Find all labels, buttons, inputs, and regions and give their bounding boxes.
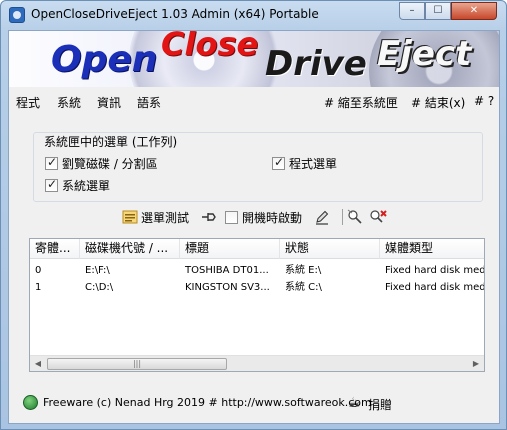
app-window: OpenCloseDriveEject 1.03 Admin (x64) Por…: [0, 0, 507, 430]
toolbar-separator: [342, 209, 343, 225]
checkbox-label: 系統選單: [62, 179, 111, 193]
scroll-left-icon[interactable]: ◀: [30, 356, 46, 372]
toolbar: 選單測試 開機時啟動: [9, 207, 499, 229]
column-header-drive-letter[interactable]: 磁碟機代號 / ...: [80, 239, 180, 259]
zoom-close-button[interactable]: [368, 207, 388, 227]
checkbox-program-menu[interactable]: 程式選單: [272, 155, 337, 172]
zoom-icon: [347, 209, 362, 224]
zoom-tool-button[interactable]: [346, 207, 364, 227]
pencil-icon: [316, 210, 329, 225]
checkbox-box[interactable]: [225, 210, 238, 224]
checkbox-box[interactable]: [272, 155, 285, 170]
logo-open-text: Open: [51, 39, 158, 80]
menu-minimize-to-tray[interactable]: # 縮至系統匣: [324, 94, 398, 111]
table-row[interactable]: 0 E:\F:\ TOSHIBA DT01... 系統 E:\ Fixed ha…: [30, 262, 484, 279]
logo-eject-text: Eject: [377, 34, 472, 74]
test-menu-button[interactable]: 選單測試: [122, 207, 189, 227]
menu-bar: 程式 系統 資訊 語系 # 縮至系統匣 # 結束(x) # ?: [9, 91, 499, 111]
freeware-link[interactable]: Freeware (c) Nenad Hrg 2019 # http://www…: [43, 396, 372, 409]
list-header: 寄體... 磁碟機代號 / ... 標題 狀態 媒體類型: [30, 239, 484, 259]
pin-button[interactable]: [201, 207, 217, 227]
checkbox-box[interactable]: [45, 155, 58, 170]
scrollbar-thumb[interactable]: |||: [47, 358, 227, 370]
scroll-right-icon[interactable]: ▶: [468, 356, 484, 372]
minimize-button[interactable]: –: [399, 2, 425, 20]
menu-test-icon: [122, 210, 138, 224]
cell-index: 1: [35, 282, 42, 293]
drive-list[interactable]: 寄體... 磁碟機代號 / ... 標題 狀態 媒體類型 0 E:\F:\ TO…: [29, 238, 485, 372]
cell-drive-letter: E:\F:\: [85, 265, 110, 276]
logo-drive-text: Drive: [265, 44, 367, 84]
menu-help[interactable]: # ?: [474, 94, 494, 108]
status-bar: Freeware (c) Nenad Hrg 2019 # http://www…: [9, 391, 499, 415]
startup-label: 開機時啟動: [242, 210, 303, 225]
cell-media-type: Fixed hard disk medi: [385, 265, 484, 276]
cell-status: 系統 E:\: [285, 265, 322, 276]
column-header-media-type[interactable]: 媒體類型: [380, 239, 484, 259]
menu-language[interactable]: 語系: [137, 94, 161, 111]
globe-icon: [23, 395, 38, 410]
menu-program[interactable]: 程式: [16, 94, 40, 111]
checkbox-box[interactable]: [45, 177, 58, 192]
cell-media-type: Fixed hard disk medi: [385, 282, 484, 293]
menu-exit[interactable]: # 結束(x): [411, 94, 465, 111]
logo-banner: Open Close Drive Eject: [9, 31, 499, 87]
cell-status: 系統 C:\: [285, 282, 322, 293]
client-area: Open Close Drive Eject 程式 系統 資訊 語系 # 縮至系…: [8, 30, 500, 424]
column-header-index[interactable]: 寄體...: [30, 239, 80, 259]
title-bar[interactable]: OpenCloseDriveEject 1.03 Admin (x64) Por…: [1, 1, 506, 29]
checkbox-label: 程式選單: [289, 157, 338, 171]
coffee-cup-icon[interactable]: ☕: [348, 396, 361, 410]
checkbox-browse-drives[interactable]: 劉覽磁碟 / 分割區: [45, 155, 158, 172]
cell-drive-letter: C:\D:\: [85, 282, 114, 293]
donate-link[interactable]: 捐贈: [368, 396, 392, 413]
menu-info[interactable]: 資訊: [97, 94, 121, 111]
group-title: 系統匣中的選單 (工作列): [42, 133, 180, 150]
table-row[interactable]: 1 C:\D:\ KINGSTON SV3... 系統 C:\ Fixed ha…: [30, 279, 484, 296]
column-header-title[interactable]: 標題: [180, 239, 280, 259]
checkbox-system-menu[interactable]: 系統選單: [45, 177, 110, 194]
logo-close-text: Close: [161, 31, 259, 63]
close-button[interactable]: ✕: [451, 2, 497, 20]
cell-title: TOSHIBA DT01...: [185, 265, 269, 276]
app-icon: [9, 7, 25, 23]
window-title: OpenCloseDriveEject 1.03 Admin (x64) Por…: [31, 7, 319, 21]
horizontal-scrollbar[interactable]: ◀ ||| ▶: [30, 355, 484, 371]
cell-title: KINGSTON SV3...: [185, 282, 270, 293]
zoom-close-icon: [370, 210, 387, 223]
column-header-status[interactable]: 狀態: [280, 239, 380, 259]
pin-icon: [202, 213, 216, 221]
startup-checkbox[interactable]: 開機時啟動: [225, 207, 302, 227]
checkbox-label: 劉覽磁碟 / 分割區: [62, 157, 158, 171]
menu-system[interactable]: 系統: [57, 94, 81, 111]
edit-button[interactable]: [314, 207, 330, 227]
cell-index: 0: [35, 265, 42, 276]
test-menu-label: 選單測試: [141, 210, 190, 225]
maximize-button[interactable]: ☐: [425, 2, 451, 20]
